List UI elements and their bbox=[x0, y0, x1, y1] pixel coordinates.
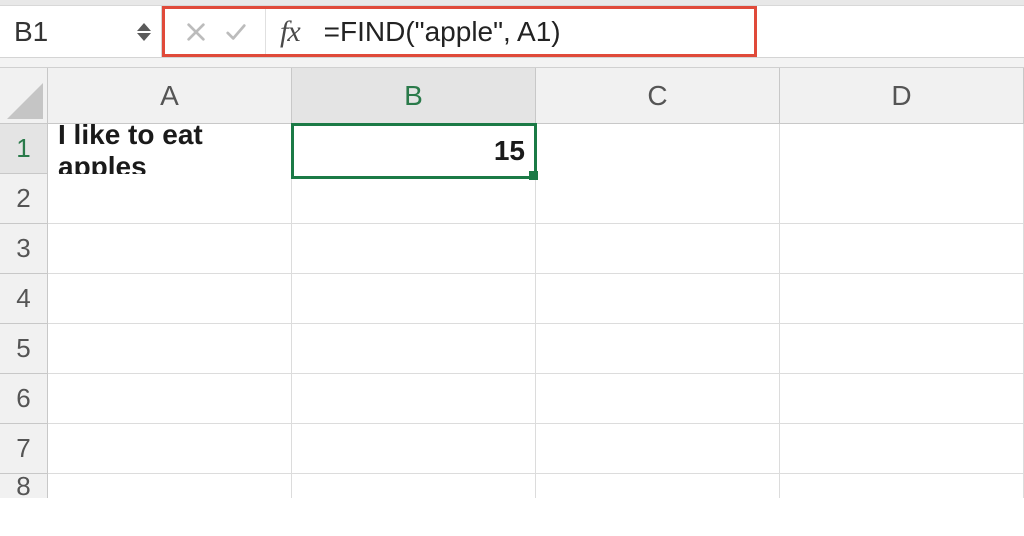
cell-A2[interactable] bbox=[48, 174, 292, 224]
cell-A4[interactable] bbox=[48, 274, 292, 324]
cell-A5[interactable] bbox=[48, 324, 292, 374]
cancel-icon[interactable] bbox=[185, 21, 207, 43]
cell-D7[interactable] bbox=[780, 424, 1024, 474]
row-head-1[interactable]: 1 bbox=[0, 124, 48, 174]
cell-D3[interactable] bbox=[780, 224, 1024, 274]
select-all-corner[interactable] bbox=[0, 68, 48, 124]
cell-C8[interactable] bbox=[536, 474, 780, 498]
cell-C6[interactable] bbox=[536, 374, 780, 424]
cell-D6[interactable] bbox=[780, 374, 1024, 424]
cell-B6[interactable] bbox=[292, 374, 536, 424]
row-head-2[interactable]: 2 bbox=[0, 174, 48, 224]
spreadsheet-grid: A B C D 1 I like to eat apples 15 2 3 bbox=[0, 68, 1024, 524]
cell-C1[interactable] bbox=[536, 124, 780, 178]
cell-C4[interactable] bbox=[536, 274, 780, 324]
cell-C5[interactable] bbox=[536, 324, 780, 374]
formula-bar-highlight: fx =FIND("apple", A1) bbox=[162, 6, 757, 57]
name-box[interactable]: B1 bbox=[14, 16, 137, 48]
cell-A8[interactable] bbox=[48, 474, 292, 498]
table-row: 8 bbox=[0, 474, 1024, 524]
col-head-C[interactable]: C bbox=[536, 68, 780, 124]
chevron-up-icon[interactable] bbox=[137, 23, 151, 31]
cell-D2[interactable] bbox=[780, 174, 1024, 224]
table-row: 5 bbox=[0, 324, 1024, 374]
grid-rows: 1 I like to eat apples 15 2 3 4 bbox=[0, 124, 1024, 524]
fx-symbol: fx bbox=[280, 15, 300, 48]
cell-B5[interactable] bbox=[292, 324, 536, 374]
table-row: 6 bbox=[0, 374, 1024, 424]
cell-D4[interactable] bbox=[780, 274, 1024, 324]
cell-B1[interactable]: 15 bbox=[292, 124, 536, 178]
row-head-5[interactable]: 5 bbox=[0, 324, 48, 374]
formula-bar-controls bbox=[165, 9, 266, 54]
formula-input[interactable]: =FIND("apple", A1) bbox=[310, 16, 754, 48]
row-head-3[interactable]: 3 bbox=[0, 224, 48, 274]
name-box-container[interactable]: B1 bbox=[0, 6, 162, 57]
cell-A6[interactable] bbox=[48, 374, 292, 424]
table-row: 1 I like to eat apples 15 bbox=[0, 124, 1024, 174]
name-box-spinner[interactable] bbox=[137, 23, 161, 41]
table-row: 4 bbox=[0, 274, 1024, 324]
row-head-4[interactable]: 4 bbox=[0, 274, 48, 324]
cell-D5[interactable] bbox=[780, 324, 1024, 374]
row-head-7[interactable]: 7 bbox=[0, 424, 48, 474]
cell-A1[interactable]: I like to eat apples bbox=[48, 124, 292, 178]
formula-bar-outer: fx =FIND("apple", A1) bbox=[162, 6, 1024, 57]
cell-A7[interactable] bbox=[48, 424, 292, 474]
cell-C3[interactable] bbox=[536, 224, 780, 274]
row-head-6[interactable]: 6 bbox=[0, 374, 48, 424]
col-head-B[interactable]: B bbox=[292, 68, 536, 124]
cell-B7[interactable] bbox=[292, 424, 536, 474]
cell-C2[interactable] bbox=[536, 174, 780, 224]
table-row: 7 bbox=[0, 424, 1024, 474]
cell-D1[interactable] bbox=[780, 124, 1024, 178]
cell-C7[interactable] bbox=[536, 424, 780, 474]
cell-B3[interactable] bbox=[292, 224, 536, 274]
confirm-icon[interactable] bbox=[225, 21, 247, 43]
fx-icon[interactable]: fx bbox=[266, 15, 310, 49]
chevron-down-icon[interactable] bbox=[137, 33, 151, 41]
row-head-8[interactable]: 8 bbox=[0, 474, 48, 498]
table-row: 2 bbox=[0, 174, 1024, 224]
formula-bar-row: B1 fx =FIND("apple", A1) bbox=[0, 6, 1024, 58]
cell-B2[interactable] bbox=[292, 174, 536, 224]
table-row: 3 bbox=[0, 224, 1024, 274]
cell-B8[interactable] bbox=[292, 474, 536, 498]
toolbar-divider bbox=[0, 58, 1024, 68]
cell-A3[interactable] bbox=[48, 224, 292, 274]
cell-B4[interactable] bbox=[292, 274, 536, 324]
column-headers: A B C D bbox=[0, 68, 1024, 124]
col-head-D[interactable]: D bbox=[780, 68, 1024, 124]
col-head-A[interactable]: A bbox=[48, 68, 292, 124]
cell-D8[interactable] bbox=[780, 474, 1024, 498]
